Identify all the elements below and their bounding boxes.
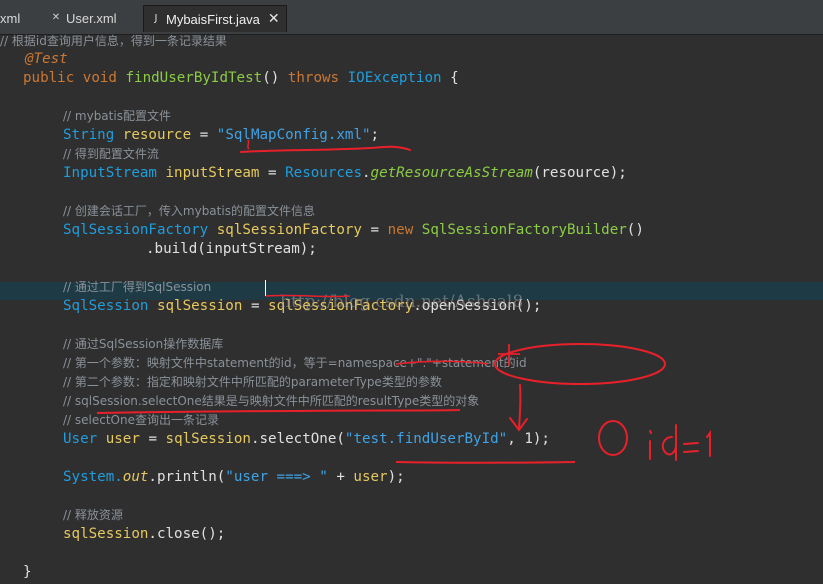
type-name: String — [63, 127, 115, 143]
variable: user — [105, 431, 140, 447]
method-name: findUserByIdTest — [125, 70, 263, 86]
variable: inputStream — [165, 165, 260, 181]
method-call: .println( — [148, 469, 226, 485]
punctuation: () — [626, 222, 644, 238]
code-line-27: } — [23, 563, 32, 582]
method-call: .selectOne( — [250, 431, 345, 447]
code-line-12: // 通过工厂得到SqlSession — [63, 278, 211, 297]
string-literal: "SqlMapConfig.xml" — [216, 127, 371, 143]
code-line-18: // sqlSession.selectOne结果是与映射文件中所匹配的resu… — [63, 392, 479, 411]
annotation: @Test — [25, 51, 68, 67]
variable: user — [353, 469, 388, 485]
type-name: IOException — [347, 70, 442, 86]
code-line-25: sqlSession.close(); — [63, 525, 225, 544]
type-name: SqlSessionFactoryBuilder — [421, 222, 627, 238]
code-line-4: String resource = "SqlMapConfig.xml"; — [63, 126, 379, 145]
code-line-9: SqlSessionFactory sqlSessionFactory = ne… — [63, 221, 644, 240]
code-line-2: public void findUserByIdTest() throws IO… — [23, 69, 459, 88]
variable: sqlSessionFactory — [216, 222, 362, 238]
type-name: User — [63, 431, 98, 447]
variable: resource — [122, 127, 192, 143]
punctuation: ); — [532, 431, 550, 447]
java-file-icon: J — [154, 13, 158, 24]
tab-xml[interactable]: xml — [0, 5, 20, 31]
operator: = — [199, 127, 209, 143]
method-call: .build(inputStream); — [146, 241, 317, 257]
type-name: InputStream — [63, 165, 157, 181]
punctuation: ; — [370, 127, 380, 143]
operator: = — [250, 298, 260, 314]
punctuation: , — [507, 431, 516, 447]
type-name: SqlSession — [63, 298, 149, 314]
text-caret — [265, 280, 266, 296]
operator: = — [370, 222, 380, 238]
static-field: out — [122, 469, 149, 485]
xml-file-icon: ✕ — [51, 12, 61, 23]
comment: // 释放资源 — [63, 508, 123, 522]
keyword: new — [387, 222, 414, 238]
code-line-19: // selectOne查询出一条记录 — [63, 411, 219, 430]
punctuation: ); — [387, 469, 405, 485]
type-name: Resources — [285, 165, 362, 181]
keyword: throws — [287, 70, 340, 86]
code-line-17: // 第二个参数：指定和映射文件中所匹配的parameterType类型的参数 — [63, 373, 442, 392]
code-line-3: // mybatis配置文件 — [63, 107, 171, 126]
punctuation: { — [450, 70, 459, 86]
string-literal: "user ===> " — [225, 469, 328, 485]
close-tab-icon[interactable]: ✕ — [268, 11, 280, 27]
comment: // 第一个参数：映射文件中statement的id，等于=namespace+… — [63, 356, 527, 370]
watermark: http://blog.csdn.net/Ashoal8 — [280, 292, 524, 312]
number-literal: 1 — [524, 431, 533, 447]
code-line-8: // 创建会话工厂，传入mybatis的配置文件信息 — [63, 202, 315, 221]
punctuation: } — [23, 564, 32, 580]
code-line-24: // 释放资源 — [63, 506, 123, 525]
code-line-15: // 通过SqlSession操作数据库 — [63, 335, 223, 354]
operator: + — [327, 469, 354, 485]
code-line-6: InputStream inputStream = Resources.getR… — [63, 165, 627, 181]
code-line-5: // 得到配置文件流 — [63, 145, 159, 164]
code-line-10: .build(inputStream); — [146, 240, 317, 259]
code-line-20: User user = sqlSession.selectOne("test.f… — [63, 430, 550, 449]
keyword: public — [23, 70, 75, 86]
comment: // 创建会话工厂，传入mybatis的配置文件信息 — [63, 204, 315, 218]
keyword: void — [82, 70, 117, 86]
editor-tab-bar: xml ✕ User.xml J MybaisFirst.java ✕ — [0, 0, 823, 35]
type-name: System. — [63, 469, 123, 485]
comment: // mybatis配置文件 — [63, 109, 171, 123]
comment: // sqlSession.selectOne结果是与映射文件中所匹配的resu… — [63, 394, 480, 408]
code-line-0: // 根据id查询用户信息，得到一条记录结果 — [0, 32, 227, 51]
tab-label-mybaisfirst-java[interactable]: MybaisFirst.java — [166, 12, 260, 27]
comment: // 根据id查询用户信息，得到一条记录结果 — [0, 34, 227, 48]
code-line-22: System.out.println("user ===> " + user); — [63, 468, 405, 487]
operator: = — [268, 165, 277, 181]
method-call: .close(); — [148, 526, 226, 542]
code-line-1: @Test — [25, 50, 68, 69]
code-line-16: // 第一个参数：映射文件中statement的id，等于=namespace+… — [63, 354, 527, 373]
comment: // selectOne查询出一条记录 — [63, 413, 219, 427]
variable: sqlSession — [156, 298, 243, 314]
comment: // 通过SqlSession操作数据库 — [63, 337, 224, 351]
type-name: SqlSessionFactory — [63, 222, 209, 238]
comment: // 通过工厂得到SqlSession — [63, 280, 212, 294]
tab-mybaisfirst-java[interactable]: J MybaisFirst.java ✕ — [143, 5, 287, 32]
variable: sqlSession — [165, 431, 251, 447]
operator: = — [148, 431, 157, 447]
variable: sqlSession — [63, 526, 149, 542]
arguments: (resource); — [532, 165, 627, 181]
tab-label-xml[interactable]: xml — [0, 11, 20, 26]
comment: // 第二个参数：指定和映射文件中所匹配的parameterType类型的参数 — [63, 375, 442, 389]
string-literal: "test.findUserById" — [344, 431, 508, 447]
tab-label-user-xml[interactable]: User.xml — [66, 11, 117, 26]
method-name: getResourceAsStream — [370, 165, 533, 181]
tab-user-xml[interactable]: ✕ User.xml — [50, 5, 117, 31]
comment: // 得到配置文件流 — [63, 147, 159, 161]
punctuation: () — [262, 70, 280, 86]
